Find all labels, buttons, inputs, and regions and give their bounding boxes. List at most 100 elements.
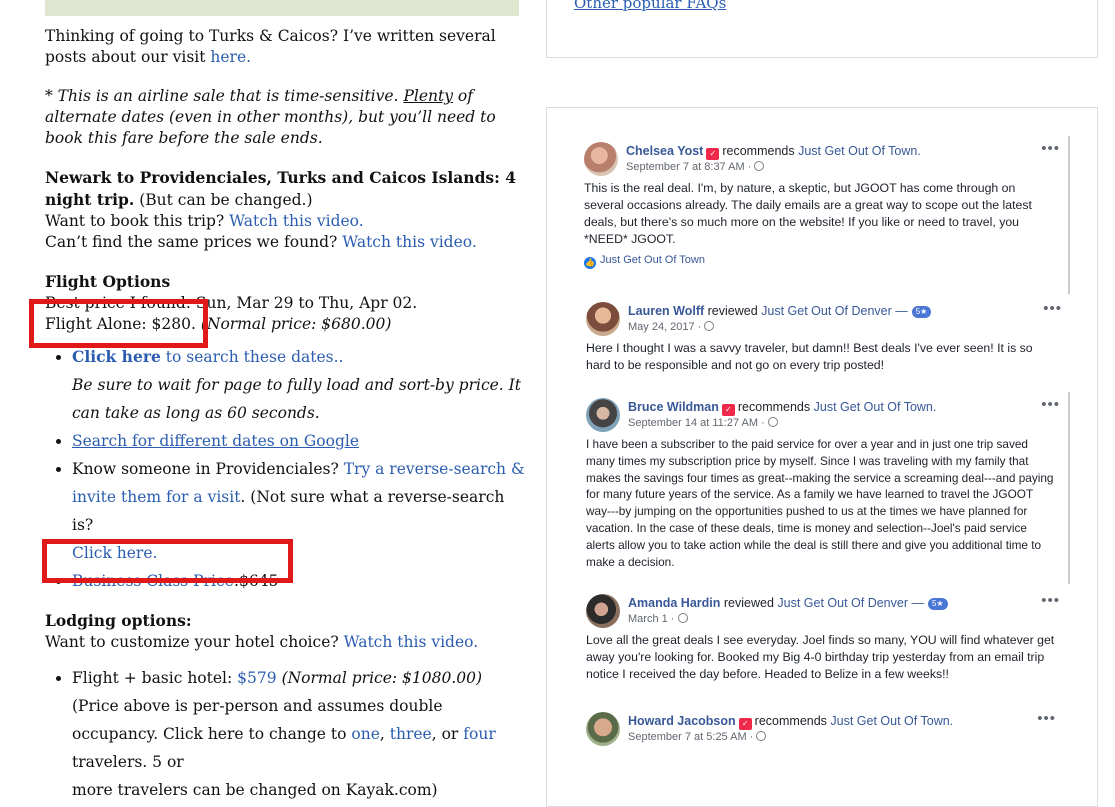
review-header: Howard Jacobson ✓ recommends Just Get Out … [576,706,1066,746]
hotel-price-link[interactable]: $579 [237,669,276,687]
hotel-normal-price: (Normal price: $1080.00) [281,669,483,687]
review-header: Lauren Wolff reviewed Just Get Out Of De… [576,296,1072,336]
flight-block: Flight Options Best price I found: Sun, … [45,271,525,335]
globe-icon [767,417,778,427]
header-image-strip [45,0,519,16]
review-meta: March 1 · [628,613,688,625]
review-action: reviewed [707,304,758,318]
intro-link[interactable]: here. [210,48,251,66]
reviewer-name[interactable]: Amanda Hardin [628,596,720,610]
reviewer-name[interactable]: Lauren Wolff [628,304,704,318]
review-title: Lauren Wolff reviewed Just Get Out Of De… [628,304,932,318]
review-text: Here I thought I was a savvy traveler, b… [586,341,1033,372]
avatar [586,302,620,336]
review-meta: September 7 at 5:25 AM · [628,731,767,743]
review-date[interactable]: September 7 at 8:37 AM · [626,161,751,173]
more-travelers-text: more travelers can be changed on Kayak.c… [72,781,438,799]
recommend-icon: ✓ [706,148,720,160]
review-date[interactable]: September 7 at 5:25 AM · [628,731,753,743]
globe-icon [756,731,767,741]
more-options-icon[interactable]: ••• [1041,140,1060,157]
review-action: recommends [754,714,827,728]
prices-video-link[interactable]: Watch this video. [342,233,477,251]
page-name[interactable]: Just Get Out Of Denver — [761,304,908,318]
google-search-link[interactable]: Search for different dates on Google [72,432,359,450]
review-date[interactable]: May 24, 2017 · [628,321,701,333]
review-date[interactable]: March 1 · [628,613,674,625]
review-amanda: Amanda Hardin reviewed Just Get Out Of D… [576,588,1070,702]
review-meta: September 14 at 11:27 AM · [628,417,778,429]
lodging-options-list: Flight + basic hotel: $579 (Normal price… [45,664,525,804]
review-footer: 👍 Just Get Out Of Town [574,248,1070,275]
recommend-icon: ✓ [721,404,735,416]
review-text: Love all the great deals I see everyday.… [586,633,1055,681]
prices-text: Can’t find the same prices we found? [45,233,338,251]
review-header: Bruce Wildman ✓ recommends Just Get Out Of… [576,392,1070,432]
page-name[interactable]: Just Get Out Of Town. [798,144,921,158]
hotel-label: Flight + basic hotel: [72,669,233,687]
more-options-icon[interactable]: ••• [1041,396,1060,413]
plenty-text: Plenty [403,87,453,105]
flight-options-list: Click here to search these dates.. Be su… [45,343,525,595]
search-dates-link[interactable]: Click here to search these dates.. [72,347,343,366]
review-bruce: Bruce Wildman ✓ recommends Just Get Out Of… [576,392,1070,584]
flight-alone-normal: (Normal price: $680.00) [200,315,392,333]
review-action: reviewed [723,596,774,610]
reviewer-name[interactable]: Bruce Wildman [628,400,719,414]
article-content: Thinking of going to Turks & Caicos? I’v… [45,26,525,804]
review-title: Bruce Wildman ✓ recommends Just Get Out Of… [628,400,936,416]
recommend-icon: ✓ [738,718,752,730]
flight-heading: Flight Options [45,272,171,291]
review-title: Howard Jacobson ✓ recommends Just Get Out … [628,714,953,730]
rating-badge: 5★ [911,306,932,318]
hotel-note: (Price above is per-person and assumes d… [72,697,443,743]
reviewer-name[interactable]: Howard Jacobson [628,714,736,728]
sale-note-text: * This is an airline sale that is time-s… [45,87,399,105]
review-scrollbar[interactable] [1068,392,1070,584]
avatar [586,398,620,432]
lodging-heading: Lodging options: [45,611,192,630]
book-text: Want to book this trip? [45,212,225,230]
book-video-link[interactable]: Watch this video. [229,212,364,230]
footer-page-name[interactable]: Just Get Out Of Town [600,254,705,266]
faq-link[interactable]: Other popular FAQs [574,0,726,12]
list-item: Flight + basic hotel: $579 (Normal price… [72,664,525,804]
review-header: Amanda Hardin reviewed Just Get Out Of D… [576,588,1070,628]
review-title: Chelsea Yost ✓ recommends Just Get Out Of … [626,144,921,160]
customize-text: Want to customize your hotel choice? [45,633,339,651]
lodging-block: Lodging options: Want to customize your … [45,610,525,653]
review-meta: May 24, 2017 · [628,321,715,333]
customize-video-link[interactable]: Watch this video. [344,633,479,651]
review-scrollbar[interactable] [1068,136,1070,294]
intro-paragraph: Thinking of going to Turks & Caicos? I’v… [45,26,525,68]
reverse-search-help-link[interactable]: Click here. [72,544,157,562]
more-options-icon[interactable]: ••• [1037,710,1056,727]
business-class-price: :$645 [233,572,279,590]
travelers-text: travelers. 5 or [72,753,184,771]
more-options-icon[interactable]: ••• [1041,592,1060,609]
review-title: Amanda Hardin reviewed Just Get Out Of D… [628,596,948,610]
list-item: Know someone in Providenciales? Try a re… [72,455,525,567]
flight-alone-price: Flight Alone: $280. [45,315,196,333]
review-howard: Howard Jacobson ✓ recommends Just Get Out … [576,706,1066,755]
review-action: recommends [737,400,811,414]
wait-note: Be sure to wait for page to fully load a… [72,376,522,422]
reviewer-name[interactable]: Chelsea Yost [626,144,703,158]
sale-note: * This is an airline sale that is time-s… [45,86,525,149]
travelers-one-link[interactable]: one [351,725,380,743]
click-here-bold: Click here [72,347,161,366]
travelers-four-link[interactable]: four [463,725,495,743]
avatar [586,594,620,628]
page-name[interactable]: Just Get Out Of Town. [814,400,937,414]
best-price-text: Best price I found: Sun, Mar 29 to Thu, … [45,294,418,312]
list-item: Search for different dates on Google [72,427,525,455]
rating-badge: 5★ [927,598,948,610]
more-options-icon[interactable]: ••• [1043,300,1062,317]
list-item: Click here to search these dates.. Be su… [72,343,525,427]
avatar [586,712,620,746]
page-name[interactable]: Just Get Out Of Town. [830,714,953,728]
page-name[interactable]: Just Get Out Of Denver — [777,596,924,610]
review-date[interactable]: September 14 at 11:27 AM · [628,417,765,429]
travelers-three-link[interactable]: three [390,725,432,743]
business-class-link[interactable]: Business Class Price [72,572,234,590]
